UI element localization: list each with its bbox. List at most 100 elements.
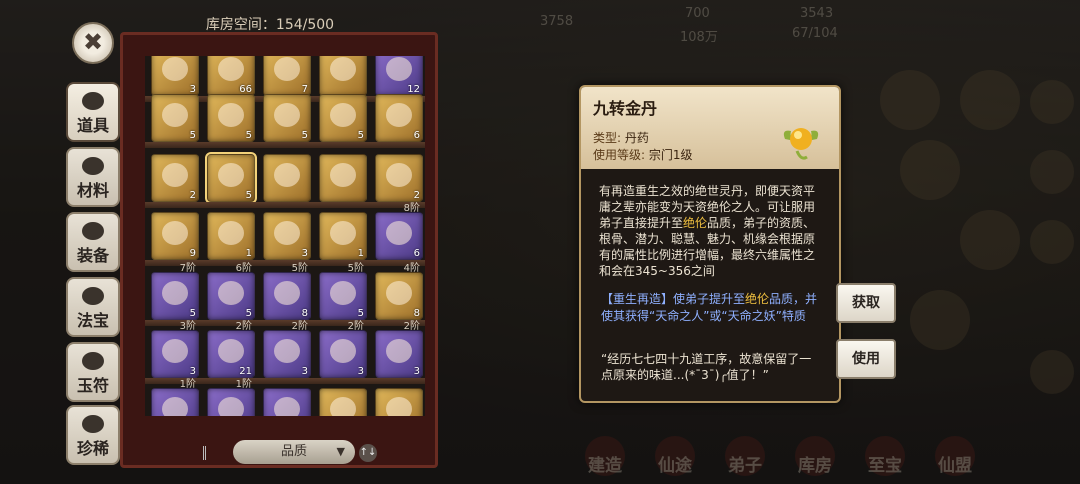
item-icon xyxy=(274,221,300,245)
item-icon xyxy=(218,103,244,127)
item-tier: 5阶 xyxy=(347,263,364,274)
item-count: 2 xyxy=(189,190,196,201)
item-icon xyxy=(330,221,356,245)
item-slot[interactable]: 5 7阶 xyxy=(151,263,199,320)
item-icon xyxy=(274,281,300,305)
effect-highlight: 绝伦 xyxy=(745,292,770,306)
tab-label: 材料 xyxy=(76,181,109,200)
item-slot[interactable]: 5 xyxy=(207,94,255,142)
armor-icon xyxy=(82,222,104,240)
close-button[interactable]: ✖ xyxy=(72,22,114,64)
item-slot[interactable]: 3 3阶 xyxy=(151,321,199,378)
item-slot[interactable] xyxy=(319,388,367,416)
item-slot[interactable]: 3 xyxy=(263,212,311,260)
item-count: 5 xyxy=(357,130,364,141)
shelf-row: 5 5 5 5 6 xyxy=(145,90,425,148)
filter-label: 品质 xyxy=(280,444,307,459)
tab-materials[interactable]: 材料 xyxy=(66,147,120,207)
item-tier: 2阶 xyxy=(291,321,308,332)
item-icon xyxy=(386,339,412,363)
item-slot[interactable]: 6 8阶 xyxy=(375,203,423,260)
item-slot[interactable]: 8 5阶 xyxy=(263,263,311,320)
item-icon xyxy=(218,163,244,187)
tab-label: 珍稀 xyxy=(76,439,109,458)
tab-treasures[interactable]: 法宝 xyxy=(66,277,120,337)
item-count: 1 xyxy=(357,248,364,259)
sort-order-icon[interactable]: ↑↓ xyxy=(359,444,377,462)
item-slot[interactable]: 21 2阶 xyxy=(207,321,255,378)
item-slot[interactable]: 2 xyxy=(375,154,423,202)
item-slot[interactable]: 9 xyxy=(151,212,199,260)
item-icon xyxy=(274,103,300,127)
item-grid[interactable]: 3 66 7 12 5 5 5 5 6 2 5 2 9 1 3 1 6 8阶 5 7阶 5 6阶 8 5阶 5 5阶 8 4阶 3 3阶 2… xyxy=(145,56,425,416)
item-icon xyxy=(330,339,356,363)
item-icon xyxy=(162,281,188,305)
item-icon xyxy=(218,281,244,305)
item-count: 5 xyxy=(301,130,308,141)
item-count: 6 xyxy=(413,248,420,259)
item-slot[interactable]: 5 5阶 xyxy=(319,263,367,320)
item-slot[interactable] xyxy=(319,154,367,202)
item-count: 5 xyxy=(189,130,196,141)
tab-label: 玉符 xyxy=(76,376,109,395)
item-slot[interactable]: 1 xyxy=(319,212,367,260)
item-icon xyxy=(218,339,244,363)
item-tier: 4阶 xyxy=(403,263,420,274)
tab-label: 法宝 xyxy=(76,311,109,330)
item-effect: 【重生再造】使弟子提升至绝伦品质，并使其获得“天命之人”或“天命之妖”特质 xyxy=(601,291,823,325)
item-slot[interactable] xyxy=(375,388,423,416)
item-icon xyxy=(274,57,300,81)
item-tier: 8阶 xyxy=(403,203,420,214)
tab-rare[interactable]: 珍稀 xyxy=(66,405,120,465)
item-slot[interactable]: 3 2阶 xyxy=(375,321,423,378)
item-count: 6 xyxy=(413,130,420,141)
item-icon xyxy=(162,221,188,245)
item-slot[interactable]: 8 4阶 xyxy=(375,263,423,320)
item-icon xyxy=(274,339,300,363)
tab-label: 装备 xyxy=(76,246,109,265)
chevron-down-icon: ▼ xyxy=(336,445,345,458)
tab-equipment[interactable]: 装备 xyxy=(66,212,120,272)
item-slot[interactable]: 3 2阶 xyxy=(319,321,367,378)
item-slot[interactable]: 1 xyxy=(207,212,255,260)
bag-icon xyxy=(82,92,104,110)
item-icon xyxy=(386,397,412,416)
item-slot[interactable]: 5 xyxy=(205,152,257,204)
item-slot[interactable]: 2 xyxy=(151,154,199,202)
level-value: 宗门1级 xyxy=(648,148,693,162)
item-flavor-text: “经历七七四十九道工序，故意保留了一点原来的味道...(*ˉ3ˉ)╭值了！” xyxy=(601,352,812,382)
item-count: 1 xyxy=(245,248,252,259)
item-slot[interactable]: 6 xyxy=(375,94,423,142)
item-slot[interactable]: 5 xyxy=(151,94,199,142)
item-icon xyxy=(330,163,356,187)
type-label: 类型: xyxy=(593,131,622,145)
item-slot[interactable]: 1阶 xyxy=(207,379,255,416)
obtain-button[interactable]: 获取 xyxy=(836,283,896,323)
item-tier: 5阶 xyxy=(291,263,308,274)
tab-items[interactable]: 道具 xyxy=(66,82,120,142)
item-icon xyxy=(330,57,356,81)
item-level-row: 使用等级: 宗门1级 xyxy=(593,146,693,163)
item-count: 9 xyxy=(189,248,196,259)
item-tier: 1阶 xyxy=(179,379,196,390)
quality-filter-dropdown[interactable]: 品质 ▼ xyxy=(233,440,355,464)
use-button[interactable]: 使用 xyxy=(836,339,896,379)
item-slot[interactable]: 1阶 xyxy=(151,379,199,416)
item-slot[interactable]: 5 xyxy=(263,94,311,142)
item-count: 5 xyxy=(245,190,252,201)
item-icon xyxy=(330,397,356,416)
item-count: 3 xyxy=(413,366,420,377)
item-slot[interactable] xyxy=(263,388,311,416)
item-slot[interactable]: 5 6阶 xyxy=(207,263,255,320)
item-slot[interactable]: 3 2阶 xyxy=(263,321,311,378)
item-tier: 2阶 xyxy=(347,321,364,332)
item-slot[interactable]: 5 xyxy=(319,94,367,142)
item-icon xyxy=(274,397,300,416)
list-icon[interactable] xyxy=(203,446,220,460)
item-slot[interactable] xyxy=(263,154,311,202)
item-name: 九转金丹 xyxy=(593,99,658,118)
golden-pill-icon xyxy=(779,121,823,165)
type-value: 丹药 xyxy=(624,131,649,145)
tab-jade[interactable]: 玉符 xyxy=(66,342,120,402)
level-label: 使用等级: xyxy=(593,148,646,162)
